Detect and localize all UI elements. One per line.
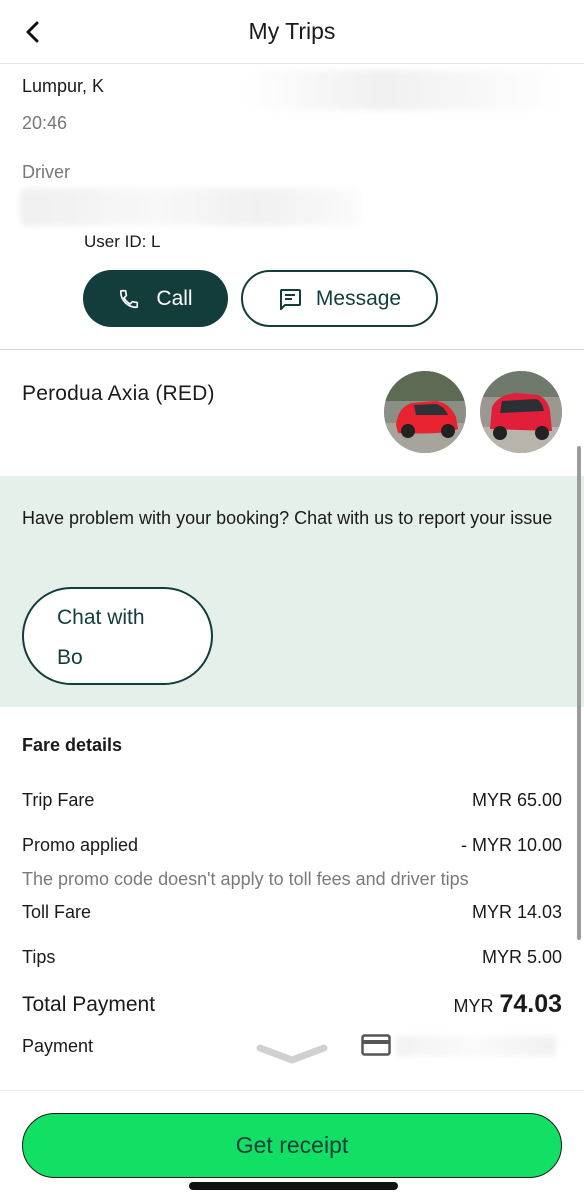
scrollbar[interactable] bbox=[577, 446, 581, 940]
credit-card-icon bbox=[361, 1034, 391, 1056]
vehicle-photo-rear[interactable] bbox=[480, 371, 562, 453]
section-divider bbox=[0, 349, 584, 350]
get-receipt-label: Get receipt bbox=[235, 1132, 349, 1158]
phone-icon bbox=[120, 289, 139, 308]
promo-label: Promo applied bbox=[22, 835, 139, 855]
sheet-expand-handle[interactable] bbox=[256, 1042, 328, 1068]
address-redacted bbox=[105, 70, 565, 110]
driver-user-id: User ID: L bbox=[84, 232, 161, 251]
chat-label-line1: Chat with bbox=[57, 606, 145, 629]
get-receipt-button[interactable]: Get receipt bbox=[22, 1113, 562, 1178]
promo-note: The promo code doesn't apply to toll fee… bbox=[22, 869, 469, 889]
page-title: My Trips bbox=[248, 18, 336, 44]
vehicle-photo-front[interactable] bbox=[384, 371, 466, 453]
chat-with-bo-button[interactable]: Chat with Bo bbox=[22, 587, 213, 685]
call-button[interactable]: Call bbox=[83, 270, 228, 327]
app-header: My Trips bbox=[0, 0, 584, 64]
trip-time: 20:46 bbox=[22, 113, 68, 133]
driver-info-redacted bbox=[20, 188, 360, 226]
total-payment-label: Total Payment bbox=[22, 993, 156, 1016]
tips-label: Tips bbox=[22, 947, 56, 967]
help-text: Have problem with your booking? Chat wit… bbox=[22, 508, 553, 528]
payment-label: Payment bbox=[22, 1036, 94, 1056]
payment-method-redacted bbox=[396, 1036, 556, 1056]
driver-label: Driver bbox=[22, 162, 70, 182]
message-button[interactable]: Message bbox=[241, 270, 438, 327]
total-payment-value: MYR 74.03 bbox=[453, 990, 562, 1019]
chevron-down-icon bbox=[256, 1044, 328, 1064]
tips-value: MYR 5.00 bbox=[481, 947, 562, 967]
toll-fare-value: MYR 14.03 bbox=[471, 902, 562, 922]
chat-label-line2: Bo bbox=[57, 646, 83, 669]
total-amount: 74.03 bbox=[499, 990, 562, 1018]
toll-fare-label: Toll Fare bbox=[22, 902, 92, 922]
call-label: Call bbox=[156, 286, 193, 310]
message-label: Message bbox=[315, 286, 402, 310]
promo-value: - MYR 10.00 bbox=[460, 835, 562, 855]
trip-fare-value: MYR 65.00 bbox=[471, 790, 562, 810]
fare-details-title: Fare details bbox=[22, 735, 123, 755]
trip-fare-label: Trip Fare bbox=[22, 790, 95, 810]
total-currency: MYR bbox=[453, 996, 494, 1016]
home-indicator bbox=[189, 1182, 398, 1190]
pickup-address: Lumpur, K bbox=[22, 76, 105, 96]
message-icon bbox=[279, 288, 301, 310]
vehicle-name: Perodua Axia (RED) bbox=[22, 382, 215, 405]
